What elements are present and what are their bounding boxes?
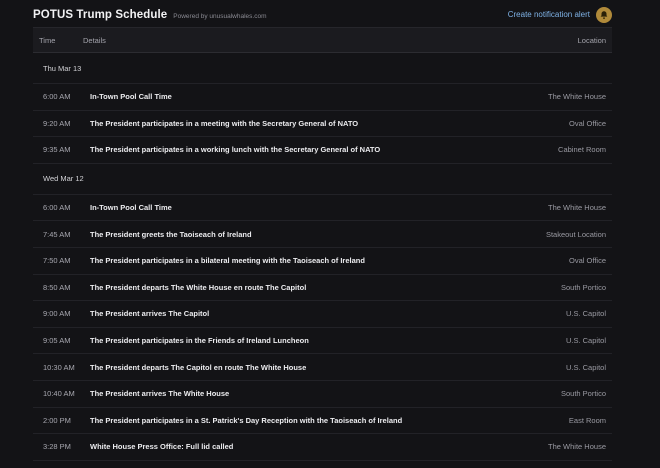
table-row[interactable]: 8:50 AM The President departs The White H… [33,275,612,302]
event-location: South Portico [560,389,606,399]
powered-by-label: Powered by unusualwhales.com [173,12,267,20]
table-body: Thu Mar 13 6:00 AM In-Town Pool Call Time T… [33,53,612,461]
event-details: The President participates in a working … [90,145,381,155]
column-header-location[interactable]: Location [472,36,612,45]
table-row[interactable]: 9:00 AM The President arrives The Capitol… [33,301,612,328]
event-details: The President participates in a meeting … [90,118,359,128]
create-alert-link[interactable]: Create notification alert [508,10,590,19]
event-location: U.S. Capitol [565,309,606,319]
table-row[interactable]: 6:00 AM In-Town Pool Call Time The White H… [33,195,612,222]
date-group-header: Thu Mar 13 [33,53,612,84]
event-details: In-Town Pool Call Time [90,203,172,213]
event-time: 7:50 AM [43,256,71,266]
event-location: The White House [548,203,606,213]
event-location: U.S. Capitol [565,336,606,346]
event-location: Oval Office [569,256,606,266]
table-row[interactable]: 7:50 AM The President participates in a b… [33,248,612,275]
event-details: The President arrives The Capitol [90,309,210,319]
event-time: 8:50 AM [43,282,71,292]
event-location: East Room [568,415,606,425]
schedule-page: POTUS Trump Schedule Powered by unusualw… [0,0,660,468]
title-group: POTUS Trump Schedule Powered by unusualw… [33,9,267,21]
event-location: U.S. Capitol [565,362,606,372]
event-time: 9:00 AM [43,309,71,319]
table-row[interactable]: 2:00 PM The President participates in a S… [33,408,612,435]
page-header: POTUS Trump Schedule Powered by unusualw… [33,0,612,27]
column-header-time[interactable]: Time [33,36,83,45]
event-location: Stakeout Location [545,229,606,239]
event-location: The White House [548,442,606,452]
event-details: The President participates in a St. Patr… [90,415,403,425]
event-details: The President departs The White House en… [90,282,307,292]
table-row[interactable]: 6:00 AM In-Town Pool Call Time The White H… [33,84,612,111]
page-title: POTUS Trump Schedule [33,8,168,21]
table-row[interactable]: 10:40 AM The President arrives The White … [33,381,612,408]
event-time: 6:00 AM [43,92,71,102]
event-time: 2:00 PM [43,415,71,425]
schedule-table: Time Details Location Thu Mar 13 6:00 AM I… [33,27,612,461]
event-time: 10:40 AM [43,389,75,399]
event-details: The President greets the Taoiseach of Ir… [90,229,252,239]
event-details: The President participates in the Friend… [90,336,309,346]
table-row[interactable]: 3:28 PM White House Press Office: Full li… [33,434,612,461]
table-row[interactable]: 10:30 AM The President departs The Capito… [33,354,612,381]
event-details: White House Press Office: Full lid calle… [90,442,234,452]
event-time: 9:35 AM [43,145,71,155]
event-time: 6:00 AM [43,203,71,213]
event-time: 9:20 AM [43,118,71,128]
table-row[interactable]: 9:20 AM The President participates in a m… [33,111,612,138]
event-details: In-Town Pool Call Time [90,92,172,102]
alert-group: Create notification alert [508,6,612,23]
event-location: Oval Office [569,118,606,128]
event-location: Cabinet Room [558,145,606,155]
table-row[interactable]: 9:35 AM The President participates in a w… [33,137,612,164]
event-time: 9:05 AM [43,336,71,346]
event-location: South Portico [560,282,606,292]
table-row[interactable]: 7:45 AM The President greets the Taoiseac… [33,221,612,248]
bell-icon [600,10,608,19]
event-time: 7:45 AM [43,229,71,239]
event-time: 10:30 AM [43,362,75,372]
event-details: The President departs The Capitol en rou… [90,362,307,372]
bell-button[interactable] [596,6,612,23]
table-row[interactable]: 9:05 AM The President participates in the… [33,328,612,355]
table-header: Time Details Location [33,27,612,53]
event-details: The President participates in a bilatera… [90,256,365,266]
column-header-details[interactable]: Details [83,36,472,45]
event-time: 3:28 PM [43,442,71,452]
event-location: The White House [548,92,606,102]
date-group-header: Wed Mar 12 [33,164,612,195]
event-details: The President arrives The White House [90,389,230,399]
